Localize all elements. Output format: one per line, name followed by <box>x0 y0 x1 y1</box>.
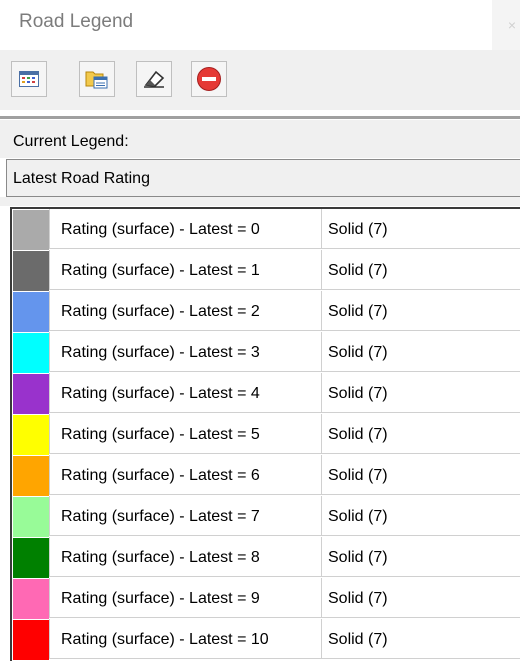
legend-row-label: Rating (surface) - Latest = 5 <box>49 414 321 454</box>
legend-row-style: Solid (7) <box>321 619 520 659</box>
close-icon: × <box>507 17 516 33</box>
eraser-button[interactable] <box>136 61 172 97</box>
legend-row-style: Solid (7) <box>321 496 520 536</box>
open-folder-button[interactable] <box>79 61 115 97</box>
legend-row-style: Solid (7) <box>321 209 520 249</box>
legend-row-label: Rating (surface) - Latest = 8 <box>49 537 321 577</box>
title-bar: Road Legend × <box>0 0 520 50</box>
legend-row-label: Rating (surface) - Latest = 3 <box>49 332 321 372</box>
legend-row-label: Rating (surface) - Latest = 7 <box>49 496 321 536</box>
color-swatch[interactable] <box>13 251 49 291</box>
legend-row-label: Rating (surface) - Latest = 6 <box>49 455 321 495</box>
close-button[interactable]: × <box>492 0 520 50</box>
legend-row-label: Rating (surface) - Latest = 9 <box>49 578 321 618</box>
eraser-icon <box>142 69 166 89</box>
legend-row-style: Solid (7) <box>321 291 520 331</box>
color-swatch[interactable] <box>13 538 49 578</box>
legend-row[interactable]: Rating (surface) - Latest = 6 Solid (7) <box>12 455 520 496</box>
color-swatch[interactable] <box>13 333 49 373</box>
current-legend-field[interactable]: Latest Road Rating <box>6 159 520 197</box>
grid-icon <box>19 71 39 87</box>
legend-row[interactable]: Rating (surface) - Latest = 7 Solid (7) <box>12 496 520 537</box>
legend-row-style: Solid (7) <box>321 332 520 372</box>
color-swatch[interactable] <box>13 620 49 660</box>
toolbar <box>0 50 520 110</box>
color-swatch[interactable] <box>13 292 49 332</box>
color-swatch[interactable] <box>13 374 49 414</box>
current-legend-label: Current Legend: <box>0 120 520 158</box>
color-swatch[interactable] <box>13 210 49 250</box>
color-swatch[interactable] <box>13 415 49 455</box>
legend-row-label: Rating (surface) - Latest = 0 <box>49 209 321 249</box>
legend-table: Rating (surface) - Latest = 0 Solid (7) Ra… <box>10 207 520 661</box>
legend-row[interactable]: Rating (surface) - Latest = 4 Solid (7) <box>12 373 520 414</box>
stop-button[interactable] <box>191 61 227 97</box>
legend-row[interactable]: Rating (surface) - Latest = 10 Solid (7) <box>12 619 520 660</box>
legend-row-label: Rating (surface) - Latest = 10 <box>49 619 321 659</box>
window-title: Road Legend <box>19 11 134 32</box>
legend-row[interactable]: Rating (surface) - Latest = 3 Solid (7) <box>12 332 520 373</box>
legend-row-label: Rating (surface) - Latest = 1 <box>49 250 321 290</box>
legend-row[interactable]: Rating (surface) - Latest = 5 Solid (7) <box>12 414 520 455</box>
legend-row[interactable]: Rating (surface) - Latest = 8 Solid (7) <box>12 537 520 578</box>
legend-row-label: Rating (surface) - Latest = 2 <box>49 291 321 331</box>
legend-row-style: Solid (7) <box>321 373 520 413</box>
color-swatch[interactable] <box>13 579 49 619</box>
legend-row-style: Solid (7) <box>321 455 520 495</box>
legend-row[interactable]: Rating (surface) - Latest = 2 Solid (7) <box>12 291 520 332</box>
stop-icon <box>196 66 222 92</box>
road-legend-window: Road Legend × Current Legend: Latest Roa… <box>0 0 520 661</box>
legend-row[interactable]: Rating (surface) - Latest = 1 Solid (7) <box>12 250 520 291</box>
color-swatch[interactable] <box>13 497 49 537</box>
legend-grid-button[interactable] <box>11 61 47 97</box>
legend-row-style: Solid (7) <box>321 414 520 454</box>
legend-row-label: Rating (surface) - Latest = 4 <box>49 373 321 413</box>
legend-row-style: Solid (7) <box>321 537 520 577</box>
legend-row[interactable]: Rating (surface) - Latest = 0 Solid (7) <box>12 209 520 250</box>
legend-row[interactable]: Rating (surface) - Latest = 9 Solid (7) <box>12 578 520 619</box>
legend-row-style: Solid (7) <box>321 250 520 290</box>
legend-row-style: Solid (7) <box>321 578 520 618</box>
color-swatch[interactable] <box>13 456 49 496</box>
folder-icon <box>85 68 109 90</box>
